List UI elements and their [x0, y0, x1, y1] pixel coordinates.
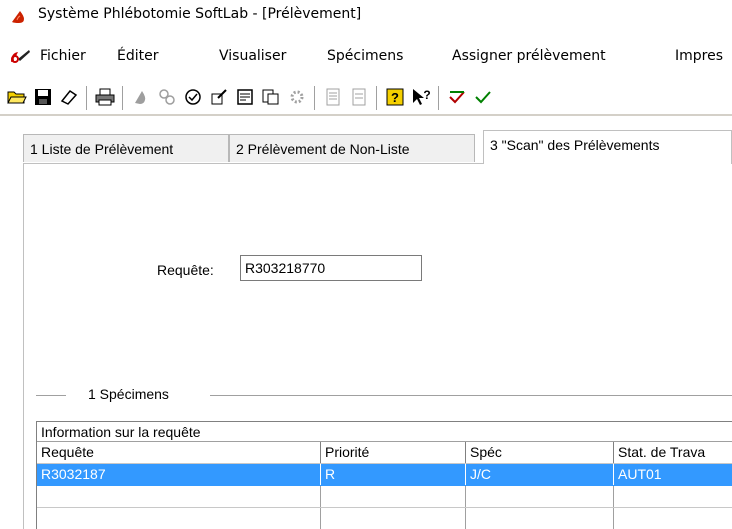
copy-icon[interactable]: [260, 86, 282, 108]
column-header-priorite[interactable]: Priorité: [321, 442, 466, 463]
cell-priorite: [321, 486, 466, 507]
requete-input[interactable]: [240, 255, 422, 281]
edit-icon[interactable]: [208, 86, 230, 108]
context-help-icon[interactable]: ?: [410, 86, 432, 108]
tab-label: 3 "Scan" des Prélèvements: [490, 137, 660, 153]
tab-label: 2 Prélèvement de Non-Liste: [236, 140, 410, 157]
cell-priorite: [321, 508, 466, 529]
cell-requete: [37, 508, 321, 529]
note-icon[interactable]: [234, 86, 256, 108]
column-header-stat-travail[interactable]: Stat. de Trava: [614, 442, 732, 463]
list-icon[interactable]: [348, 86, 370, 108]
svg-text:?: ?: [391, 90, 399, 105]
specimen-icon[interactable]: [156, 86, 178, 108]
toolbar: ? ?: [0, 84, 732, 112]
cell-priorite: R: [321, 464, 466, 485]
help-icon[interactable]: ?: [384, 86, 406, 108]
print-icon[interactable]: [94, 86, 116, 108]
tab-scan-prelevements[interactable]: 3 "Scan" des Prélèvements: [483, 130, 732, 164]
tab-liste-prelevement[interactable]: 1 Liste de Prélèvement: [23, 134, 229, 162]
window-title: Système Phlébotomie SoftLab - [Prélèveme…: [38, 6, 362, 22]
menu-bar: Fichier Éditer Visualiser Spécimens Assi…: [0, 44, 732, 68]
title-bar: Système Phlébotomie SoftLab - [Prélèveme…: [0, 0, 732, 30]
table-row[interactable]: [37, 508, 732, 529]
menu-assigner-prelevement[interactable]: Assigner prélèvement: [452, 48, 606, 64]
cell-stat-travail: [614, 508, 732, 529]
group-divider-left: [36, 395, 66, 396]
app-menu-icon[interactable]: [8, 47, 32, 65]
open-folder-icon[interactable]: [6, 86, 28, 108]
menu-fichier[interactable]: Fichier: [40, 48, 86, 64]
cell-requete: [37, 486, 321, 507]
table-row[interactable]: [37, 486, 732, 508]
extra-icon[interactable]: [472, 86, 494, 108]
settings-icon[interactable]: [286, 86, 308, 108]
cell-stat-travail: [614, 486, 732, 507]
check-icon[interactable]: [446, 86, 468, 108]
tab-label: 1 Liste de Prélèvement: [30, 140, 174, 157]
table-row[interactable]: R3032187 R J/C AUT01: [37, 464, 732, 486]
save-disk-icon[interactable]: [32, 86, 54, 108]
cell-requete: R3032187: [37, 464, 321, 485]
requete-label: Requête:: [157, 262, 214, 278]
panel-border: [23, 164, 24, 529]
grid-band-header: Information sur la requête: [37, 422, 732, 442]
menu-impression[interactable]: Impres: [675, 48, 723, 64]
cell-spec: [466, 508, 614, 529]
svg-text:?: ?: [423, 88, 430, 102]
group-divider-right: [210, 395, 732, 396]
column-header-requete[interactable]: Requête: [37, 442, 321, 463]
toolbar-divider: [0, 114, 732, 116]
tab-prelevement-non-liste[interactable]: 2 Prélèvement de Non-Liste: [229, 134, 475, 162]
cell-stat-travail: AUT01: [618, 466, 662, 482]
collect-drop-icon[interactable]: [130, 86, 152, 108]
specimens-group-title: 1 Spécimens: [88, 386, 169, 402]
blood-drop-icon: [12, 11, 24, 23]
menu-editer[interactable]: Éditer: [117, 48, 158, 64]
column-header-spec[interactable]: Spéc: [466, 442, 614, 463]
grid-header-row: Requête Priorité Spéc Stat. de Trava: [37, 442, 732, 464]
eraser-icon[interactable]: [58, 86, 80, 108]
document-icon[interactable]: [322, 86, 344, 108]
specimens-grid[interactable]: Information sur la requête Requête Prior…: [36, 421, 732, 529]
menu-visualiser[interactable]: Visualiser: [219, 48, 286, 64]
menu-specimens[interactable]: Spécimens: [327, 48, 403, 64]
cell-spec: [466, 486, 614, 507]
cell-spec: J/C: [466, 464, 614, 485]
badge-icon[interactable]: [182, 86, 204, 108]
